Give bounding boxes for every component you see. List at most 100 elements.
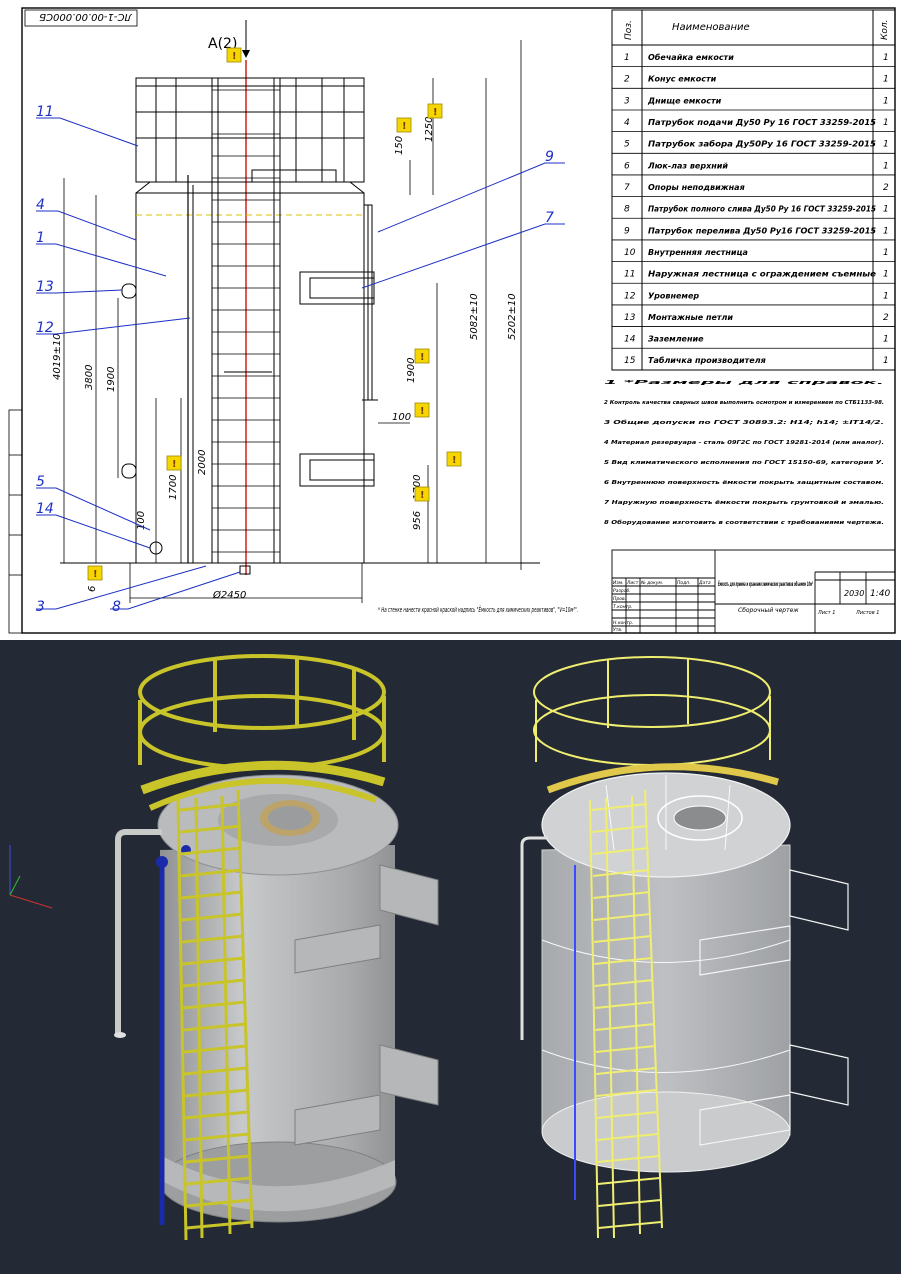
spec-row: 8 Патрубок полного слива Ду50 Ру 16 ГОСТ … xyxy=(624,204,889,215)
svg-text:!: ! xyxy=(420,406,425,417)
dimension-value: 2000 xyxy=(197,450,208,475)
callout-number: 7 xyxy=(545,210,554,226)
dimension-value: 1700 xyxy=(168,475,179,500)
svg-text:!: ! xyxy=(232,51,237,62)
note-line: 2 Контроль качества сварных швов выполни… xyxy=(604,400,884,406)
title-block-mass: 2030 xyxy=(844,589,864,598)
note-line: 8 Оборудование изготовить в соответствии… xyxy=(604,519,884,526)
dimension-lines xyxy=(63,40,522,603)
spec-row: 1 Обечайка емкости 1 xyxy=(624,52,889,63)
title-block-sheets: Листов 1 xyxy=(855,610,879,616)
callout-number: 4 xyxy=(36,197,45,213)
spec-row: 5 Патрубок забора Ду50Ру 16 ГОСТ 33259-20… xyxy=(624,139,889,150)
tank-elevation xyxy=(121,77,378,575)
spec-row: 13 Монтажные петли 2 xyxy=(624,313,889,323)
title-block-name: Ёмкость для приема и хранения химических… xyxy=(718,581,813,588)
shaded-tank-model[interactable] xyxy=(114,654,439,1241)
svg-text:10: 10 xyxy=(624,248,636,258)
svg-text:Опоры неподвижная: Опоры неподвижная xyxy=(648,183,745,192)
spec-row: 9 Патрубок перелива Ду50 Ру16 ГОСТ 33259-… xyxy=(624,225,889,236)
svg-text:13: 13 xyxy=(624,313,636,323)
svg-text:Патрубок полного слива Ду50 Ру: Патрубок полного слива Ду50 Ру 16 ГОСТ 3… xyxy=(648,204,876,214)
svg-text:2: 2 xyxy=(883,183,889,193)
svg-text:!: ! xyxy=(172,459,177,470)
left-stamp-strip xyxy=(8,409,23,634)
title-block-role: Пров. xyxy=(613,596,626,602)
dimension-value: 100 xyxy=(136,511,147,530)
callout-number: 13 xyxy=(36,279,54,295)
dimension-value: 150 xyxy=(394,136,405,155)
ucs-axis-icon xyxy=(9,845,53,909)
title-block-subtitle: Сборочный чертеж xyxy=(738,607,799,614)
callout-number: 5 xyxy=(36,474,45,490)
svg-text:1: 1 xyxy=(883,96,889,106)
svg-text:Табличка производителя: Табличка производителя xyxy=(648,355,766,365)
svg-text:1: 1 xyxy=(883,140,889,150)
svg-text:15: 15 xyxy=(624,356,636,366)
title-block-sheet: Лист 1 xyxy=(817,610,835,616)
svg-text:!: ! xyxy=(420,490,425,501)
title-block-role: Н.контр. xyxy=(613,620,633,626)
svg-text:3: 3 xyxy=(624,96,630,106)
svg-text:!: ! xyxy=(420,352,425,363)
dimension-value: 4019±10 xyxy=(52,333,63,380)
note-line: 5 Вид климатического исполнения по ГОСТ … xyxy=(604,460,884,466)
note-line: 3 Общие допуски по ГОСТ 30893.2: H14; h1… xyxy=(604,419,884,426)
svg-text:7: 7 xyxy=(624,183,630,193)
spec-header-pos: Поз. xyxy=(624,20,634,40)
title-block-role: Дата xyxy=(698,580,711,586)
cad-3d-viewport[interactable] xyxy=(0,640,901,1274)
svg-text:Наружная лестница с ограждение: Наружная лестница с ограждением съемные xyxy=(648,270,877,279)
dimension-value: 6 xyxy=(87,586,98,592)
title-block-role: Лист xyxy=(626,580,639,586)
drawing-code: ЛС-1-00.00.000СБ xyxy=(39,11,133,22)
footnote: * На стенке нанести красной краской надп… xyxy=(378,605,578,614)
warning-marker[interactable]: ! xyxy=(87,565,103,581)
callout-number: 14 xyxy=(36,501,54,517)
svg-text:!: ! xyxy=(93,569,98,580)
warning-marker[interactable]: ! xyxy=(414,402,430,418)
callout-number: 12 xyxy=(36,320,54,336)
spec-row: 2 Конус емкости 1 xyxy=(624,75,889,85)
note-line: 7 Наружную поверхность ёмкости покрыть г… xyxy=(604,500,884,506)
svg-text:Обечайка емкости: Обечайка емкости xyxy=(648,52,734,62)
svg-text:1: 1 xyxy=(883,75,889,85)
note-line: 4 Материал резервуара - сталь 09Г2С по Г… xyxy=(604,440,884,446)
svg-text:1: 1 xyxy=(624,53,630,63)
title-block-role: Подп. xyxy=(677,580,691,586)
svg-text:Люк-лаз верхний: Люк-лаз верхний xyxy=(647,161,728,170)
dimension-value: 1250 xyxy=(424,117,435,142)
warning-marker[interactable]: ! xyxy=(414,348,430,364)
svg-text:8: 8 xyxy=(624,205,630,215)
svg-text:1: 1 xyxy=(883,356,889,366)
title-block-scale: 1:40 xyxy=(870,589,890,599)
title-block-role: Т.контр. xyxy=(613,604,633,610)
callout-number: 8 xyxy=(112,599,121,615)
warning-marker[interactable]: ! xyxy=(414,486,430,502)
xray-tank-model[interactable] xyxy=(520,656,849,1239)
dimension-value: 5202±10 xyxy=(507,293,518,340)
svg-text:Патрубок забора Ду50Ру 16 ГОСТ: Патрубок забора Ду50Ру 16 ГОСТ 33259-201… xyxy=(648,139,876,149)
svg-text:Заземление: Заземление xyxy=(648,335,704,344)
dimension-value: 5082±10 xyxy=(469,293,480,340)
warning-marker[interactable]: ! xyxy=(396,117,412,133)
spec-row: 7 Опоры неподвижная 2 xyxy=(624,183,889,193)
warning-marker[interactable]: ! xyxy=(166,455,182,471)
callout-number: 1 xyxy=(36,230,45,246)
spec-header-name: Наименование xyxy=(672,22,750,33)
svg-text:9: 9 xyxy=(624,226,630,236)
dimension-value: 1900 xyxy=(106,367,117,392)
warning-marker[interactable]: ! xyxy=(226,47,242,63)
warning-marker[interactable]: ! xyxy=(446,451,462,467)
warning-marker[interactable]: ! xyxy=(427,103,443,119)
dimension-value: 3800 xyxy=(84,365,95,390)
svg-text:1: 1 xyxy=(883,226,889,236)
note-line: 1 *Размеры для справок. xyxy=(604,380,884,386)
svg-text:12: 12 xyxy=(624,291,636,301)
callout-number: 11 xyxy=(36,104,54,120)
svg-text:Внутренняя лестница: Внутренняя лестница xyxy=(648,248,748,257)
viewport-canvas xyxy=(9,654,849,1241)
svg-text:1: 1 xyxy=(883,291,889,301)
svg-text:Уровнемер: Уровнемер xyxy=(648,291,699,300)
svg-text:11: 11 xyxy=(624,270,635,280)
